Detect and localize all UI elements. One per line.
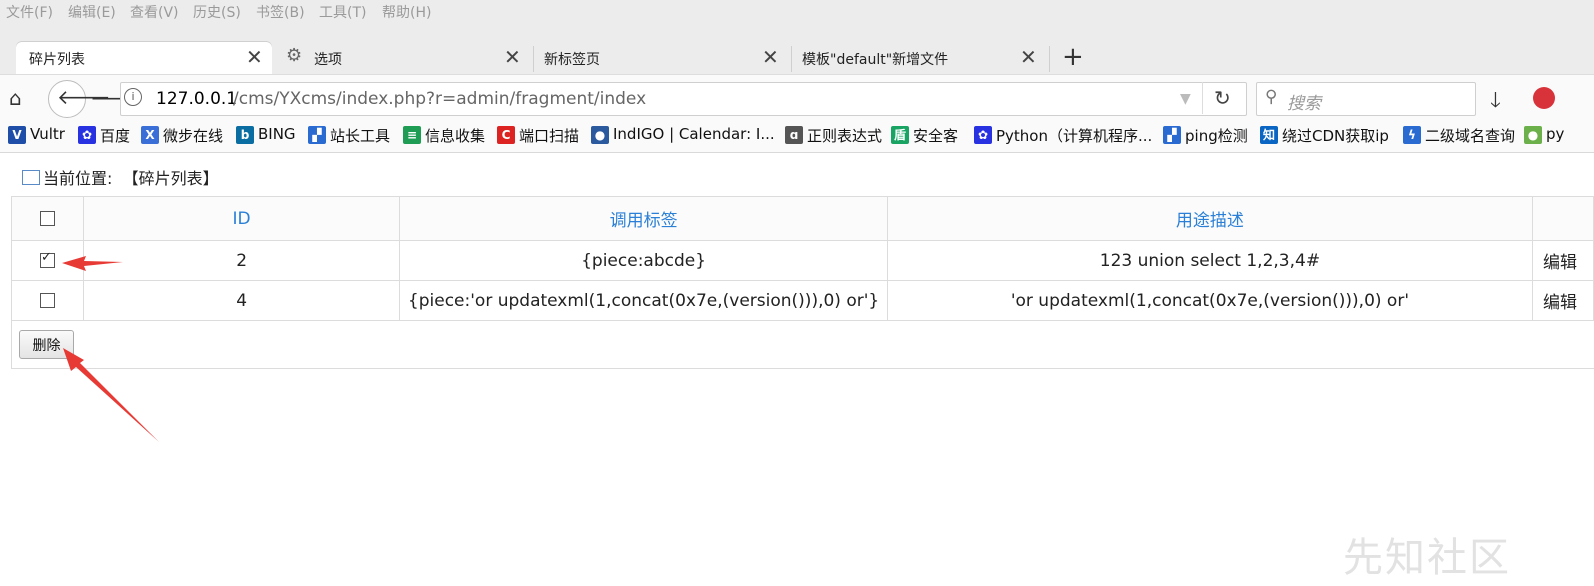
arrow-to-delete-button xyxy=(63,348,159,442)
arrow-to-checkbox xyxy=(62,256,123,271)
annotation-arrows xyxy=(62,256,159,442)
watermark: 先知社区 xyxy=(1343,535,1511,581)
